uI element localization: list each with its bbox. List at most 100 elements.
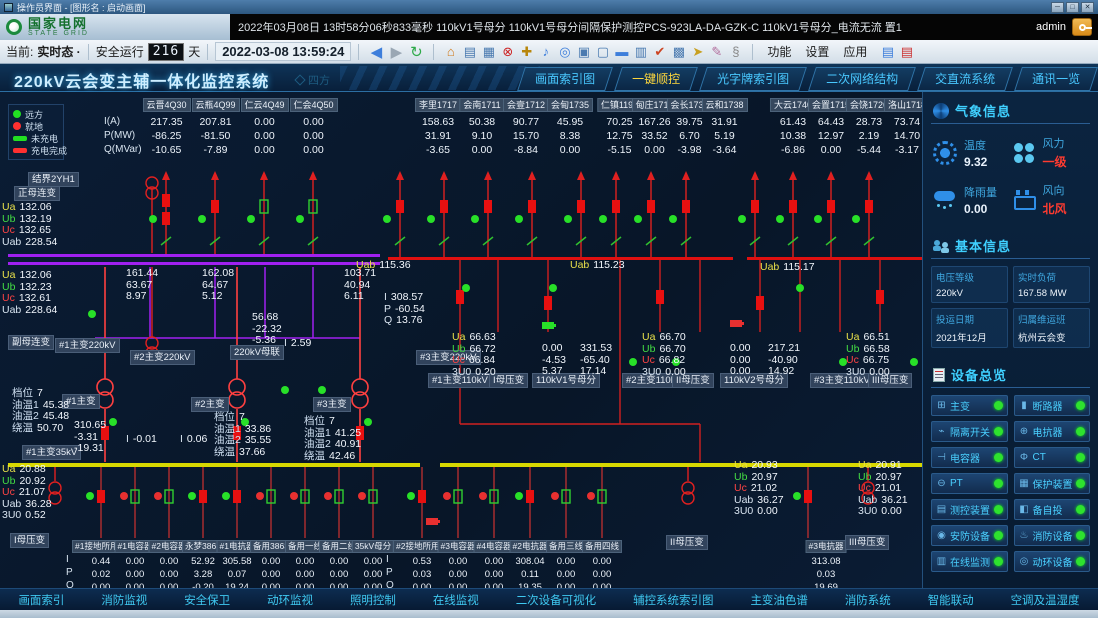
feeder-values: 90.7715.70-8.84 <box>504 115 548 157</box>
menu-item[interactable]: 功能 <box>760 43 798 60</box>
equipment-item[interactable]: ♨ 消防设备 <box>1014 525 1091 546</box>
equipment-item[interactable]: ◉ 安防设备 <box>931 525 1008 546</box>
equipment-item[interactable]: ◧ 备自投 <box>1014 499 1091 520</box>
menu-icon[interactable]: ▤ <box>897 44 916 60</box>
toolbar-icon[interactable]: ⌂ <box>441 44 460 59</box>
bay-label[interactable]: 结界2YH1 <box>28 172 79 187</box>
equipment-item[interactable]: ⊞ 主变 <box>931 395 1008 416</box>
measurement-row: 217.21 <box>764 343 800 355</box>
header-tab[interactable]: 二次网络结构 <box>808 67 916 91</box>
feeder-name[interactable]: #3电抗器 <box>806 540 847 553</box>
feeder-name[interactable]: 会南1711 <box>459 98 504 112</box>
toolbar-icon[interactable]: ♪ <box>536 44 555 59</box>
people-icon <box>933 240 949 252</box>
basic-info-header: 基本信息 <box>931 233 1090 259</box>
bottom-nav-item[interactable]: 画面索引 <box>12 590 70 610</box>
feeder-name[interactable]: 仁会4Q50 <box>289 98 337 112</box>
equipment-item[interactable]: ◎ 动环设备 <box>1014 551 1091 572</box>
toolbar-icon[interactable]: ✔ <box>650 44 669 60</box>
measurement-block: I 2.59 <box>284 338 311 350</box>
equipment-item[interactable]: ▤ 测控装置 <box>931 499 1008 520</box>
bay-label[interactable]: 副母连变 <box>8 335 54 350</box>
bottom-nav-item[interactable]: 动环监视 <box>261 590 319 610</box>
measurement-value: 20.91 <box>875 460 901 472</box>
toolbar-icon[interactable]: ▬ <box>612 44 631 59</box>
feeder-row-label: P <box>66 566 84 579</box>
header-tab[interactable]: 画面索引图 <box>517 67 613 91</box>
toolbar-icon[interactable]: § <box>726 44 745 59</box>
equipment-item[interactable]: ⊖ PT <box>931 473 1008 494</box>
equipment-item[interactable]: ▦ 保护装置 <box>1014 473 1091 494</box>
equipment-item[interactable]: Φ CT <box>1014 447 1091 468</box>
close-button[interactable]: ✕ <box>1081 2 1094 13</box>
equipment-item[interactable]: ▮ 断路器 <box>1014 395 1091 416</box>
bottom-nav-item[interactable]: 在线监视 <box>427 590 485 610</box>
toolbar-icon[interactable]: ▤ <box>460 44 479 60</box>
equipment-item[interactable]: ⊣ 电容器 <box>931 447 1008 468</box>
feeder-name[interactable]: 云瓶4Q99 <box>191 98 239 112</box>
bottom-nav-item[interactable]: 二次设备可视化 <box>510 590 603 610</box>
bottom-nav-item[interactable]: 照明控制 <box>344 590 402 610</box>
header-tab[interactable]: 通讯一览 <box>1014 67 1098 91</box>
bottom-nav-item[interactable]: 辅控系统索引图 <box>627 590 720 610</box>
toolbar-icon[interactable]: ▥ <box>631 44 650 60</box>
toolbar-icon[interactable]: ▩ <box>669 44 688 60</box>
bottom-nav-item[interactable]: 安全保卫 <box>178 590 236 610</box>
header-tab[interactable]: 一键顺控 <box>614 67 698 91</box>
menu-item[interactable]: 设置 <box>798 43 836 60</box>
equipment-item[interactable]: ⌁ 隔离开关 <box>931 421 1008 442</box>
bottom-nav-item[interactable]: 消防监视 <box>95 590 153 610</box>
feeder-name[interactable]: 云晋4Q30 <box>142 98 190 112</box>
info-field: 电压等级 220kV <box>931 266 1008 303</box>
measurement-block: 162.08 64.67 5.12 <box>198 268 234 303</box>
clipboard-icon <box>933 368 945 382</box>
feeder-name[interactable]: #3电容器 <box>438 540 479 553</box>
toolbar-icon[interactable]: ▣ <box>574 44 593 60</box>
nav-arrow-icon[interactable]: ↻ <box>406 43 426 61</box>
maximize-button[interactable]: □ <box>1066 2 1079 13</box>
feeder-name[interactable]: 李里1717 <box>415 98 461 112</box>
login-key-button[interactable] <box>1072 18 1092 36</box>
nav-arrow-icon[interactable]: ◀ <box>366 43 386 61</box>
equipment-item[interactable]: ⊕ 电抗器 <box>1014 421 1091 442</box>
toolbar-icon[interactable]: ✎ <box>707 44 726 60</box>
equipment-item[interactable]: ▥ 在线监测 <box>931 551 1008 572</box>
header-tab[interactable]: 交直流系统 <box>917 67 1013 91</box>
bay-label[interactable]: I母压变 <box>10 533 49 548</box>
bay-label[interactable]: 正母连变 <box>14 186 60 201</box>
bottom-nav-item[interactable]: 空调及温湿度 <box>1005 590 1086 610</box>
measurement-block: 103.71 40.94 6.11 <box>340 268 376 303</box>
toolbar-icon[interactable]: ◎ <box>555 44 574 60</box>
measurement-label: Uab <box>2 305 21 317</box>
feeder-name[interactable]: 会壹1712 <box>503 98 549 112</box>
bay-label[interactable]: 220kV母联 <box>230 345 284 360</box>
bay-label[interactable]: II母压变 <box>666 535 708 550</box>
menu-item[interactable]: 应用 <box>836 43 874 60</box>
feeder-name[interactable]: #4电容器 <box>474 540 515 553</box>
measurement-rows: I -0.01 <box>126 434 157 446</box>
bay-label[interactable]: #3主变 <box>313 397 351 412</box>
toolbar-icon[interactable]: ▦ <box>479 44 498 60</box>
bottom-nav-item[interactable]: 智能联动 <box>922 590 980 610</box>
feeder-name[interactable]: 备用三线 <box>546 540 586 553</box>
feeder-name[interactable]: 洛山1718 <box>884 98 922 112</box>
nav-arrow-icon[interactable]: ▶ <box>386 43 406 61</box>
feeder-name[interactable]: #2电抗器 <box>510 540 551 553</box>
toolbar-icon[interactable]: ⊗ <box>498 44 517 60</box>
feeder-values: 305.580.0719.24 <box>220 555 254 588</box>
bay-label[interactable]: #2主变 <box>191 397 229 412</box>
minimize-button[interactable]: ─ <box>1051 2 1064 13</box>
bay-label[interactable]: #2主变220kV <box>130 350 195 365</box>
bottom-nav-item[interactable]: 主变油色谱 <box>744 590 814 610</box>
bay-label[interactable]: #1主变220kV <box>55 338 120 353</box>
feeder-name[interactable]: 仁云4Q49 <box>240 98 288 112</box>
header-tab[interactable]: 光字牌索引图 <box>699 67 807 91</box>
toolbar-icon[interactable]: ➤ <box>688 44 707 60</box>
toolbar-icon[interactable]: ▢ <box>593 44 612 60</box>
mode-selector[interactable]: 当前: 实时态 · <box>6 43 81 60</box>
feeder-name[interactable]: 备用四线 <box>582 540 622 553</box>
bottom-nav-item[interactable]: 消防系统 <box>839 590 897 610</box>
bay-label[interactable]: III母压变 <box>845 535 889 550</box>
toolbar-icon[interactable]: ✚ <box>517 44 536 60</box>
menu-icon[interactable]: ▤ <box>878 44 897 60</box>
